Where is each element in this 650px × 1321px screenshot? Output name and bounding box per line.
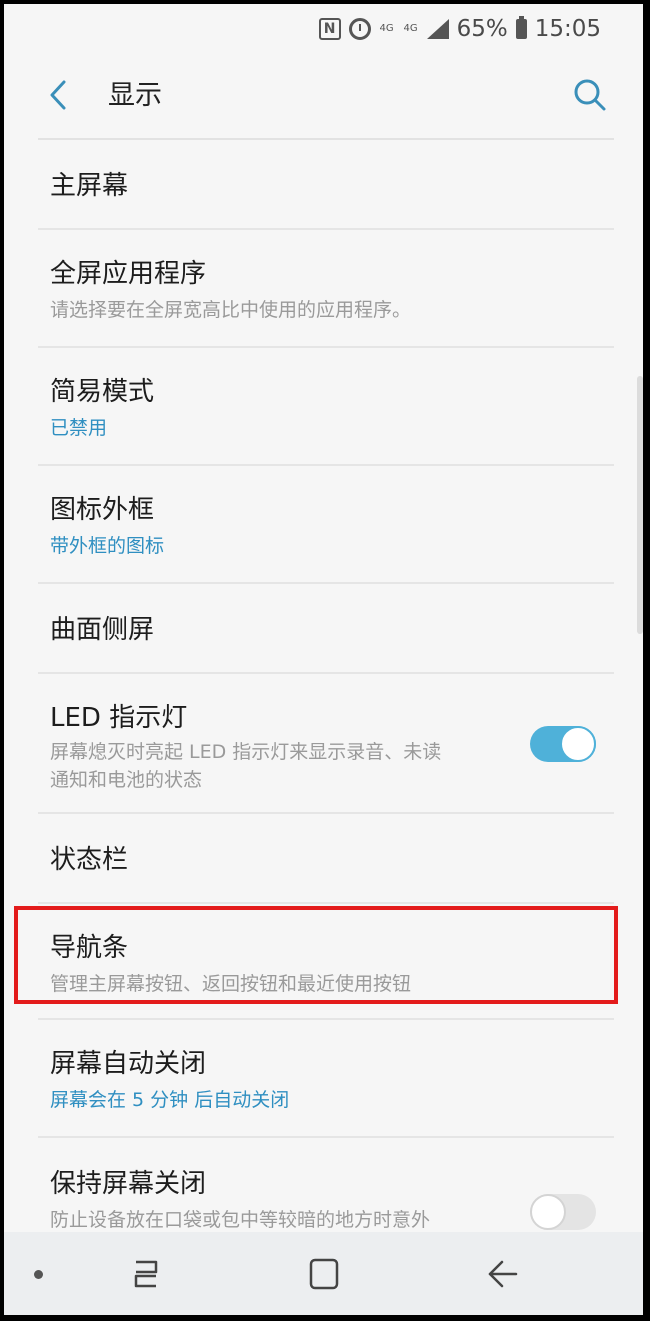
setting-title: 曲面侧屏: [50, 615, 155, 645]
back-button[interactable]: [36, 72, 82, 118]
battery-icon: [515, 16, 527, 39]
alarm-icon: [348, 18, 371, 40]
highlight-box: [14, 906, 618, 1004]
setting-title: 保持屏幕关闭: [50, 1169, 207, 1199]
search-button[interactable]: [567, 72, 613, 118]
setting-led-indicator[interactable]: LED 指示灯 屏幕熄灭时亮起 LED 指示灯来显示录音、未读 通知和电池的状态: [38, 674, 614, 814]
status-bar: N 4G 4G 65% 15:05: [4, 4, 643, 56]
setting-edge-screen[interactable]: 曲面侧屏: [38, 584, 614, 674]
signal-icon: [426, 19, 449, 39]
setting-status: 屏幕会在 5 分钟 后自动关闭: [50, 1089, 290, 1111]
setting-keep-screen-off[interactable]: 保持屏幕关闭 防止设备放在口袋或包中等较暗的地方时意外: [38, 1138, 614, 1234]
network-label: 4G: [379, 23, 394, 34]
search-icon: [574, 79, 606, 111]
phone-screen: N 4G 4G 65% 15:05 显示 主屏幕 全屏应用程序 请选择要在全屏宽…: [4, 4, 643, 1315]
network-label: 4G: [403, 23, 418, 34]
home-icon: [309, 1258, 339, 1290]
network-4g-icon: 4G: [403, 24, 419, 34]
scrollbar[interactable]: [637, 376, 643, 634]
toggle-knob: [560, 726, 596, 762]
setting-title: 全屏应用程序: [50, 259, 207, 289]
setting-status-bar[interactable]: 状态栏: [38, 814, 614, 904]
setting-screen-timeout[interactable]: 屏幕自动关闭 屏幕会在 5 分钟 后自动关闭: [38, 1020, 614, 1138]
setting-title: 主屏幕: [50, 171, 129, 201]
home-button[interactable]: [304, 1254, 344, 1294]
setting-title: 简易模式: [50, 377, 155, 407]
setting-title: 状态栏: [50, 845, 129, 875]
setting-subtitle: 防止设备放在口袋或包中等较暗的地方时意外: [50, 1209, 431, 1231]
setting-home-screen[interactable]: 主屏幕: [38, 138, 614, 230]
setting-title: 屏幕自动关闭: [50, 1049, 207, 1079]
setting-fullscreen-apps[interactable]: 全屏应用程序 请选择要在全屏宽高比中使用的应用程序。: [38, 230, 614, 348]
setting-easy-mode[interactable]: 简易模式 已禁用: [38, 348, 614, 466]
page-title: 显示: [108, 80, 162, 111]
setting-status: 带外框的图标: [50, 535, 165, 557]
status-icons: N 4G 4G 65% 15:05: [318, 14, 601, 44]
back-arrow-icon: [488, 1260, 518, 1288]
setting-icon-frames[interactable]: 图标外框 带外框的图标: [38, 466, 614, 584]
dot-icon: [34, 1270, 43, 1279]
battery-percent: 65%: [456, 16, 508, 42]
keep-screen-off-toggle[interactable]: [530, 1194, 596, 1230]
app-bar: 显示: [4, 56, 643, 136]
navigation-bar: [4, 1232, 643, 1315]
setting-subtitle: 通知和电池的状态: [50, 769, 203, 791]
network-4g-icon: 4G: [379, 24, 395, 34]
setting-title: 图标外框: [50, 495, 155, 525]
nav-back-button[interactable]: [482, 1254, 522, 1294]
setting-status: 已禁用: [50, 417, 108, 439]
chevron-left-icon: [50, 80, 66, 110]
setting-subtitle: 请选择要在全屏宽高比中使用的应用程序。: [50, 299, 412, 321]
clock: 15:05: [534, 16, 601, 42]
setting-subtitle: 屏幕熄灭时亮起 LED 指示灯来显示录音、未读: [50, 741, 442, 763]
toggle-knob: [530, 1194, 566, 1230]
recent-apps-icon: [134, 1260, 158, 1288]
nfc-icon: N: [318, 18, 341, 40]
setting-title: LED 指示灯: [50, 703, 188, 733]
led-indicator-toggle[interactable]: [530, 726, 596, 762]
recent-apps-button[interactable]: [126, 1254, 166, 1294]
